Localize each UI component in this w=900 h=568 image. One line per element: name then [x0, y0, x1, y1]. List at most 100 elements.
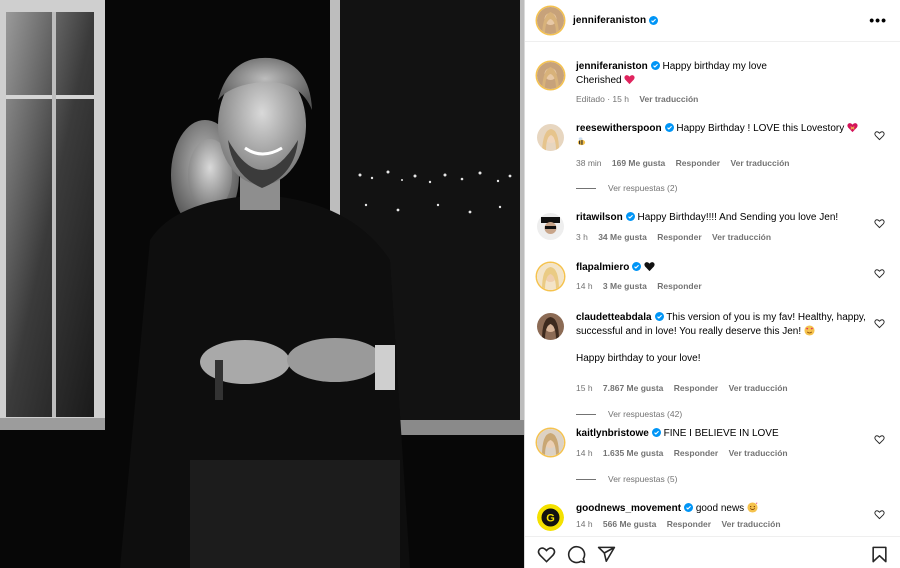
commenter-username[interactable]: reesewitherspoon	[576, 123, 662, 134]
caption: jenniferaniston Happy birthday my love C…	[537, 60, 887, 110]
comment-meta: 15 h 7.867 Me gusta Responder Ver traduc…	[576, 383, 796, 393]
comment-text: goodnews_movement good news	[576, 502, 871, 516]
comment-item: reesewitherspoon Happy Birthday ! LOVE t…	[537, 122, 887, 193]
post-photo[interactable]	[0, 0, 524, 568]
comment-time: 14 h	[576, 281, 593, 291]
comment-meta: 3 h 34 Me gusta Responder Ver traducción	[576, 232, 779, 242]
comment-body: Happy Birthday ! LOVE this Lovestory	[676, 123, 845, 134]
comment-like-heart-icon[interactable]	[874, 434, 885, 445]
red-heart-emoji-icon	[624, 74, 635, 84]
verified-badge-icon	[632, 262, 642, 271]
comment-time: 15 h	[576, 383, 593, 393]
comment-body-2: Happy birthday to your love!	[576, 352, 701, 364]
comment-meta: 14 h 1.635 Me gusta Responder Ver traduc…	[576, 448, 796, 458]
caption-line2: Cherished	[576, 74, 622, 86]
comment-like-heart-icon[interactable]	[874, 218, 885, 229]
reply-button[interactable]: Responder	[657, 281, 701, 291]
post-side-panel: jenniferaniston ••• jenniferaniston Happ…	[524, 0, 900, 568]
verified-badge-icon	[654, 312, 664, 321]
view-replies-toggle[interactable]: Ver respuestas (2)	[576, 183, 677, 193]
commenter-avatar[interactable]: G	[537, 504, 564, 531]
more-options-icon[interactable]: •••	[869, 13, 887, 27]
heart-eyes-emoji-icon	[804, 324, 815, 336]
commenter-username[interactable]: claudetteabdala	[576, 312, 652, 323]
replies-divider-line	[576, 414, 596, 416]
comment-likes[interactable]: 7.867 Me gusta	[603, 383, 663, 393]
reply-button[interactable]: Responder	[667, 519, 711, 529]
comment-icon[interactable]	[567, 545, 586, 564]
translate-link[interactable]: Ver traducción	[729, 448, 788, 458]
comment-like-heart-icon[interactable]	[874, 509, 885, 520]
commenter-username[interactable]: goodnews_movement	[576, 503, 681, 514]
commenter-avatar[interactable]	[537, 263, 564, 290]
translate-link[interactable]: Ver traducción	[729, 383, 788, 393]
author-avatar[interactable]	[537, 7, 564, 34]
comment-likes[interactable]: 169 Me gusta	[612, 158, 665, 168]
heart-with-ribbon-emoji-icon	[847, 123, 858, 133]
view-replies-toggle[interactable]: Ver respuestas (42)	[576, 409, 682, 419]
translate-link[interactable]: Ver traducción	[639, 94, 698, 104]
comment-like-heart-icon[interactable]	[874, 318, 885, 329]
heart-icon[interactable]	[537, 545, 556, 564]
comment-meta: 14 h 3 Me gusta Responder	[576, 281, 710, 291]
reply-button[interactable]: Responder	[657, 232, 701, 242]
verified-badge-icon	[651, 428, 661, 437]
commenter-avatar[interactable]	[537, 213, 564, 240]
commenter-avatar[interactable]	[537, 429, 564, 456]
bookmark-icon[interactable]	[870, 545, 889, 564]
comment-item: G goodnews_movement good news 14 h 566 M…	[537, 502, 887, 536]
post-image-bw	[0, 0, 524, 568]
comment-time: 14 h	[576, 448, 593, 458]
post-action-bar	[525, 536, 900, 568]
comment-like-heart-icon[interactable]	[874, 130, 885, 141]
replies-divider-line	[576, 479, 596, 481]
svg-text:G: G	[546, 513, 555, 525]
translate-link[interactable]: Ver traducción	[721, 519, 780, 529]
comment-likes[interactable]: 3 Me gusta	[603, 281, 647, 291]
comment-time: 3 h	[576, 232, 588, 242]
view-replies-label: Ver respuestas (42)	[608, 409, 683, 419]
commenter-username[interactable]: kaitlynbristowe	[576, 428, 649, 439]
translate-link[interactable]: Ver traducción	[730, 158, 789, 168]
commenter-username[interactable]: flapalmiero	[576, 262, 629, 273]
verified-badge-icon	[664, 123, 674, 132]
caption-username[interactable]: jenniferaniston	[576, 61, 648, 72]
comment-text: claudetteabdala This version of you is m…	[576, 311, 871, 365]
smiling-hearts-emoji-icon	[747, 502, 758, 513]
comments-list[interactable]: jenniferaniston Happy birthday my love C…	[525, 43, 900, 536]
comment-item: flapalmiero 14 h 3 Me gusta Responder	[537, 261, 887, 301]
comment-body: good news	[695, 503, 745, 514]
comment-likes[interactable]: 34 Me gusta	[598, 232, 647, 242]
commenter-username[interactable]: ritawilson	[576, 212, 623, 223]
commenter-avatar[interactable]	[537, 124, 564, 151]
view-replies-label: Ver respuestas (2)	[608, 183, 678, 193]
comment-like-heart-icon[interactable]	[874, 268, 885, 279]
comment-time: 14 h	[576, 519, 593, 529]
author-username[interactable]: jenniferaniston	[573, 15, 646, 26]
verified-badge-icon	[684, 503, 694, 512]
reply-button[interactable]: Responder	[676, 158, 720, 168]
comment-meta: 38 min 169 Me gusta Responder Ver traduc…	[576, 158, 798, 168]
caption-meta: Editado · 15 h Ver traducción	[576, 94, 706, 104]
comment-item: claudetteabdala This version of you is m…	[537, 311, 887, 419]
comment-likes[interactable]: 1.635 Me gusta	[603, 448, 663, 458]
commenter-avatar[interactable]	[537, 313, 564, 340]
translate-link[interactable]: Ver traducción	[712, 232, 771, 242]
share-icon[interactable]	[597, 545, 616, 564]
comment-text: ritawilson Happy Birthday!!!! And Sendin…	[576, 211, 871, 225]
comment-body: FINE I BELIEVE IN LOVE	[663, 428, 779, 439]
reply-button[interactable]: Responder	[674, 448, 718, 458]
reply-button[interactable]: Responder	[674, 383, 718, 393]
verified-badge-icon	[625, 212, 635, 221]
view-replies-toggle[interactable]: Ver respuestas (5)	[576, 474, 677, 484]
verified-badge-icon	[649, 16, 659, 25]
verified-badge-icon	[650, 61, 660, 70]
comment-item: ritawilson Happy Birthday!!!! And Sendin…	[537, 211, 887, 251]
post-header: jenniferaniston •••	[525, 0, 900, 42]
replies-divider-line	[576, 188, 596, 190]
comment-meta: 14 h 566 Me gusta Responder Ver traducci…	[576, 519, 789, 529]
comment-likes[interactable]: 566 Me gusta	[603, 519, 656, 529]
author-avatar[interactable]	[537, 62, 564, 89]
black-heart-emoji-icon	[644, 262, 655, 272]
comment-body: Happy Birthday!!!! And Sending you love …	[637, 212, 839, 223]
